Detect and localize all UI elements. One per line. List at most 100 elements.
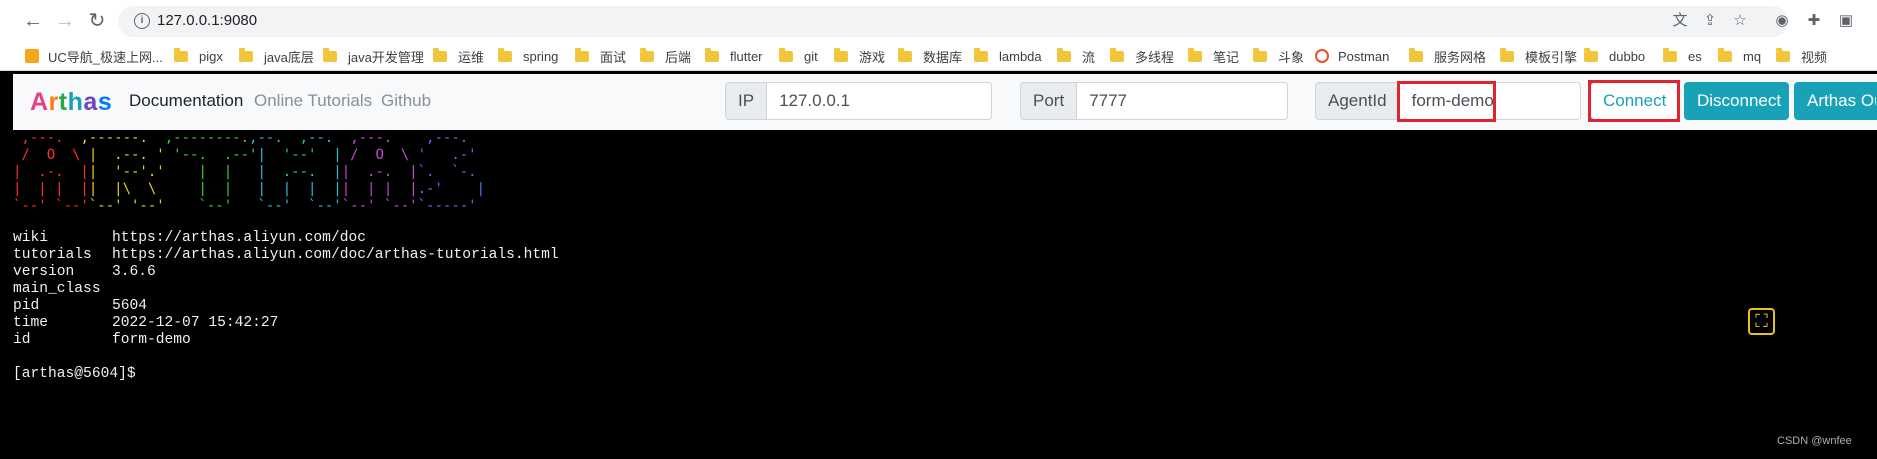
bookmark-java-dev[interactable]: java开发管理 — [323, 46, 424, 66]
bookmark-backend[interactable]: 后端 — [640, 46, 691, 66]
banner-segment: `-----' — [417, 198, 477, 214]
bookmark-multithread[interactable]: 多线程 — [1110, 46, 1174, 66]
extension-icon[interactable]: ◉ — [1773, 12, 1791, 30]
bookmark-database[interactable]: 数据库 — [898, 46, 962, 66]
banner-segment: | |\ \ — [88, 181, 174, 197]
back-arrow-icon[interactable]: ← — [21, 9, 45, 33]
banner-segment: | | | | — [13, 181, 89, 197]
bookmark-service-mesh[interactable]: 服务网格 — [1409, 46, 1486, 66]
bookmark-star-icon[interactable]: ☆ — [1731, 12, 1749, 30]
session-info: wiki https://arthas.aliyun.com/doc tutori… — [13, 230, 559, 349]
banner-line: / O \ | .--. ' '--. .--'| '--' | / O \ '… — [13, 147, 485, 164]
bookmark-uc[interactable]: UC导航_极速上网... — [25, 46, 163, 66]
translate-icon[interactable]: 文 — [1671, 12, 1689, 30]
nav-link-documentation[interactable]: Documentation — [129, 91, 243, 111]
banner-segment: | .-. | — [341, 164, 418, 180]
bookmark-pigx[interactable]: pigx — [174, 46, 223, 66]
agent-id-highlight — [1397, 81, 1496, 122]
banner-segment: | | | | — [257, 181, 342, 197]
bookmark-template-engine[interactable]: 模板引擎 — [1500, 46, 1577, 66]
port-input-group: Port 7777 — [1020, 82, 1289, 120]
folder-icon — [575, 47, 589, 62]
folder-icon — [1663, 47, 1677, 62]
nav-link-github[interactable]: Github — [381, 91, 431, 111]
info-row-wiki: wiki https://arthas.aliyun.com/doc — [13, 230, 366, 246]
forward-arrow-icon[interactable]: → — [53, 9, 77, 33]
bookmark-postman[interactable]: Postman — [1315, 46, 1389, 66]
folder-icon — [779, 47, 793, 62]
disconnect-button[interactable]: Disconnect — [1684, 82, 1789, 120]
share-icon[interactable]: ⇪ — [1701, 12, 1719, 30]
banner-segment: | '--' | — [257, 147, 351, 163]
bookmark-mq[interactable]: mq — [1718, 46, 1761, 66]
banner-segment: / O \ — [13, 147, 89, 163]
bookmark-lambda[interactable]: lambda — [974, 46, 1042, 66]
banner-line: ,---. ,------. ,--------.,--. ,--. ,---.… — [13, 130, 485, 147]
info-row-version: version 3.6.6 — [13, 264, 156, 280]
banner-segment: ,------. — [80, 130, 165, 146]
banner-segment: ,--------. — [164, 130, 250, 146]
banner-segment: `--' `--' — [257, 198, 342, 214]
reload-icon[interactable]: ↻ — [85, 9, 109, 33]
arthas-output-button[interactable]: Arthas Ou — [1794, 82, 1877, 120]
banner-segment: ' .-' — [417, 147, 477, 163]
ip-input-group: IP 127.0.0.1 — [725, 82, 993, 120]
bookmarks-bar: UC导航_极速上网... pigx java底层 java开发管理 运维 spr… — [0, 42, 1877, 71]
bookmark-java-low[interactable]: java底层 — [239, 46, 314, 66]
banner-line: `--' `--'`--' '--' `--' `--' `--'`--' `-… — [13, 198, 485, 215]
bookmark-spring[interactable]: spring — [498, 46, 558, 66]
banner-segment: ,---. — [417, 130, 469, 146]
banner-segment: ,---. — [13, 130, 81, 146]
ip-input[interactable]: 127.0.0.1 — [767, 82, 993, 120]
puzzle-icon[interactable]: ✚ — [1805, 12, 1823, 30]
bookmark-flutter[interactable]: flutter — [705, 46, 763, 66]
banner-segment: '--. .--' — [173, 147, 258, 163]
bookmark-es[interactable]: es — [1663, 46, 1702, 66]
address-bar[interactable] — [118, 6, 1788, 37]
web-terminal[interactable]: ,---. ,------. ,--------.,--. ,--. ,---.… — [13, 130, 1877, 459]
ip-label: IP — [725, 82, 768, 120]
banner-line: | | | || |\ \ | | | | | || | | |.-' | — [13, 181, 485, 198]
folder-icon — [323, 47, 337, 62]
bookmark-games[interactable]: 游戏 — [834, 46, 885, 66]
side-panel-icon[interactable]: ▣ — [1837, 12, 1855, 30]
shell-prompt[interactable]: [arthas@5604]$ — [13, 366, 136, 382]
bookmark-ops[interactable]: 运维 — [433, 46, 484, 66]
bookmark-git[interactable]: git — [779, 46, 818, 66]
bookmark-stream[interactable]: 流 — [1057, 46, 1095, 66]
site-info-icon[interactable]: i — [134, 13, 150, 29]
folder-icon — [433, 47, 447, 62]
bookmark-douxiang[interactable]: 斗象 — [1253, 46, 1304, 66]
info-row-pid: pid 5604 — [13, 298, 148, 314]
folder-icon — [1253, 47, 1267, 62]
port-label: Port — [1020, 82, 1078, 120]
banner-segment: `--' — [173, 198, 258, 214]
bookmark-notes[interactable]: 笔记 — [1188, 46, 1239, 66]
nav-link-online-tutorials[interactable]: Online Tutorials — [254, 91, 372, 111]
fullscreen-icon[interactable] — [1748, 308, 1775, 335]
port-input[interactable]: 7777 — [1077, 82, 1289, 120]
folder-icon — [1776, 47, 1790, 62]
folder-icon — [174, 47, 188, 62]
folder-icon — [705, 47, 719, 62]
uc-icon — [25, 49, 39, 63]
bookmark-video[interactable]: 视频 — [1776, 46, 1827, 66]
banner-segment: | | — [173, 181, 258, 197]
banner-segment: | | — [173, 164, 258, 180]
bookmark-dubbo[interactable]: dubbo — [1584, 46, 1645, 66]
postman-icon — [1315, 49, 1329, 63]
info-row-tutorials: tutorials https://arthas.aliyun.com/doc/a… — [13, 247, 559, 263]
banner-segment: | .-. | — [13, 164, 89, 180]
banner-segment: | .--. ' — [88, 147, 174, 163]
folder-icon — [1188, 47, 1202, 62]
folder-icon — [1718, 47, 1732, 62]
bookmark-interview[interactable]: 面试 — [575, 46, 626, 66]
connect-highlight — [1588, 80, 1680, 122]
banner-segment: .-' | — [417, 181, 486, 197]
banner-line: | .-. || '--'.' | | | .--. || .-. |`. `-… — [13, 164, 485, 181]
url-text[interactable]: 127.0.0.1:9080 — [157, 12, 257, 29]
agent-id-label: AgentId — [1315, 82, 1400, 120]
info-row-main-class: main_class — [13, 281, 101, 297]
banner-segment: | .--. | — [257, 164, 342, 180]
arthas-logo[interactable]: Arthas — [30, 88, 112, 117]
